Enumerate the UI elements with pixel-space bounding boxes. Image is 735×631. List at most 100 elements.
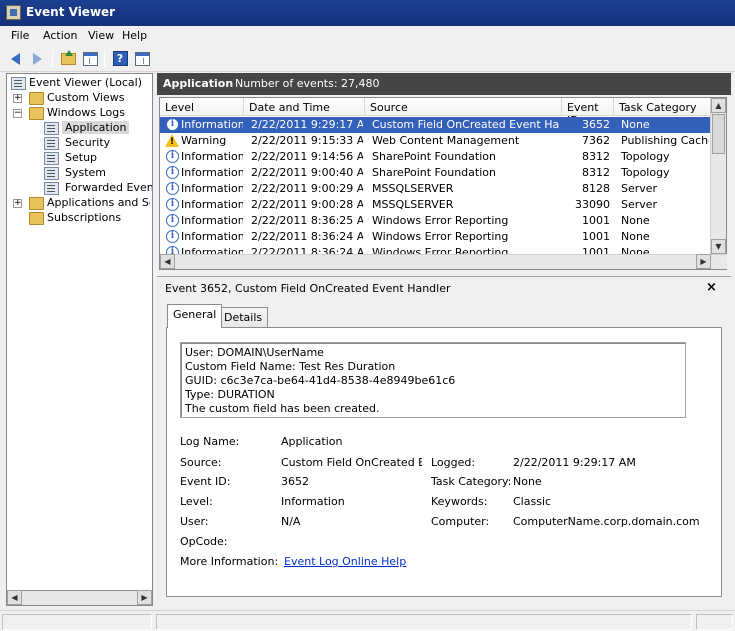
tree-item-event-viewer-local[interactable]: Event Viewer (Local) bbox=[10, 76, 150, 91]
menu-view[interactable]: View bbox=[88, 29, 114, 42]
close-icon[interactable]: × bbox=[706, 280, 717, 295]
folder-open-icon bbox=[29, 107, 44, 120]
event-cell-id: 8312 bbox=[582, 166, 610, 179]
show-hide-console-tree-button[interactable] bbox=[80, 49, 100, 68]
status-bar bbox=[0, 610, 735, 631]
scroll-up-icon[interactable]: ▲ bbox=[711, 98, 726, 113]
event-row[interactable]: ! Warning 2/22/2011 9:15:33 AM Web Content … bbox=[160, 133, 711, 149]
tree-item-forwarded-events[interactable]: Forwarded Events bbox=[44, 181, 153, 196]
tree-item-subscriptions[interactable]: Subscriptions bbox=[10, 211, 150, 226]
event-cell-category: Topology bbox=[621, 150, 670, 163]
event-cell-datetime: 2/22/2011 9:00:28 AM bbox=[251, 198, 363, 211]
event-row[interactable]: i Information 2/22/2011 9:00:28 AM MSSQLSER… bbox=[160, 197, 711, 213]
column-header-level[interactable]: Level bbox=[160, 98, 244, 116]
keywords-label: Keywords: bbox=[431, 495, 488, 508]
event-cell-datetime: 2/22/2011 8:36:25 AM bbox=[251, 214, 363, 227]
event-cell-category: None bbox=[621, 118, 650, 131]
event-row[interactable]: i Information 2/22/2011 8:36:24 AM Windows … bbox=[160, 229, 711, 245]
event-list-vertical-scrollbar[interactable]: ▲ ▼ bbox=[710, 98, 726, 254]
expand-icon[interactable]: + bbox=[13, 94, 22, 103]
event-cell-source: SharePoint Foundation bbox=[372, 166, 496, 179]
event-cell-datetime: 2/22/2011 9:15:33 AM bbox=[251, 134, 363, 147]
information-icon: i bbox=[166, 182, 179, 195]
console-tree: Event Viewer (Local) + Custom Views − Wi… bbox=[6, 73, 153, 606]
tree-item-applications-and-services[interactable]: + Applications and Servic bbox=[10, 196, 150, 211]
user-value: N/A bbox=[281, 515, 301, 528]
event-log-online-help-link[interactable]: Event Log Online Help bbox=[284, 555, 406, 568]
menu-action[interactable]: Action bbox=[43, 29, 77, 42]
scroll-right-icon[interactable]: ▶ bbox=[137, 590, 152, 605]
collapse-icon[interactable]: − bbox=[13, 109, 22, 118]
event-cell-id: 8128 bbox=[582, 182, 610, 195]
title-bar[interactable]: Event Viewer bbox=[0, 0, 735, 26]
status-panel bbox=[156, 614, 692, 630]
column-header-source[interactable]: Source bbox=[365, 98, 562, 116]
more-information-label: More Information: bbox=[180, 555, 279, 568]
tree-item-custom-views[interactable]: + Custom Views bbox=[10, 91, 150, 106]
help-button[interactable]: ? bbox=[110, 49, 130, 68]
event-cell-id: 1001 bbox=[582, 230, 610, 243]
event-viewer-icon bbox=[11, 77, 26, 90]
event-list-horizontal-scrollbar[interactable]: ◀ ▶ bbox=[160, 254, 727, 269]
tree-horizontal-scrollbar[interactable]: ◀ ▶ bbox=[6, 590, 153, 606]
information-icon: i bbox=[166, 214, 179, 227]
event-row[interactable]: i Information 2/22/2011 8:36:25 AM Windows … bbox=[160, 213, 711, 229]
expand-icon[interactable]: + bbox=[13, 199, 22, 208]
tree-item-application[interactable]: Application bbox=[44, 121, 150, 136]
event-cell-level: Information bbox=[181, 166, 243, 179]
menu-help[interactable]: Help bbox=[122, 29, 147, 42]
keywords-value: Classic bbox=[513, 495, 552, 508]
event-row[interactable]: i Information 2/22/2011 9:00:29 AM MSSQLSER… bbox=[160, 181, 711, 197]
event-cell-source: SharePoint Foundation bbox=[372, 150, 496, 163]
toolbar: ? bbox=[0, 46, 735, 72]
column-header-task-category[interactable]: Task Category bbox=[614, 98, 711, 116]
event-id-label: Event ID: bbox=[180, 475, 231, 488]
tab-general[interactable]: General bbox=[167, 304, 223, 328]
menu-bar: File Action View Help bbox=[0, 26, 735, 46]
log-icon bbox=[44, 182, 59, 195]
up-one-level-button[interactable] bbox=[58, 49, 78, 68]
forward-button[interactable] bbox=[27, 49, 47, 68]
computer-value: ComputerName.corp.domain.com bbox=[513, 515, 700, 528]
event-cell-source: MSSQLSERVER bbox=[372, 182, 454, 195]
event-detail-title: Event 3652, Custom Field OnCreated Event… bbox=[165, 282, 451, 295]
log-icon bbox=[44, 122, 59, 135]
column-header-date-time[interactable]: Date and Time bbox=[244, 98, 365, 116]
information-icon: i bbox=[166, 150, 179, 163]
tree-item-security[interactable]: Security bbox=[44, 136, 150, 151]
log-name-value: Application bbox=[281, 435, 343, 448]
tree-item-setup[interactable]: Setup bbox=[44, 151, 150, 166]
help-icon: ? bbox=[112, 51, 128, 66]
event-row[interactable]: i Information 2/22/2011 9:00:40 AM SharePoi… bbox=[160, 165, 711, 181]
scroll-right-icon[interactable]: ▶ bbox=[696, 254, 711, 269]
tree-item-label: Applications and Servic bbox=[47, 196, 150, 209]
back-arrow-icon bbox=[10, 52, 20, 65]
event-message-box[interactable]: User: DOMAIN\UserName Custom Field Name:… bbox=[180, 342, 686, 418]
scroll-down-icon[interactable]: ▼ bbox=[711, 239, 726, 254]
tree-item-windows-logs[interactable]: − Windows Logs bbox=[10, 106, 150, 121]
tree-item-label: Forwarded Events bbox=[65, 181, 153, 194]
tree-item-system[interactable]: System bbox=[44, 166, 150, 181]
scroll-thumb[interactable] bbox=[712, 114, 725, 154]
event-row[interactable]: i Information 2/22/2011 9:14:56 AM SharePoi… bbox=[160, 149, 711, 165]
message-line: Custom Field Name: Test Res Duration bbox=[185, 360, 396, 373]
scroll-left-icon[interactable]: ◀ bbox=[7, 590, 22, 605]
menu-file[interactable]: File bbox=[11, 29, 29, 42]
tree-item-label: Custom Views bbox=[47, 91, 125, 104]
event-cell-category: Server bbox=[621, 198, 658, 211]
event-cell-id: 3652 bbox=[582, 118, 610, 131]
information-icon: i bbox=[166, 166, 179, 179]
tab-details[interactable]: Details bbox=[218, 307, 269, 327]
event-row[interactable]: i Information 2/22/2011 9:29:17 AM Custom F… bbox=[160, 117, 711, 133]
back-button[interactable] bbox=[5, 49, 25, 68]
tree-item-label: System bbox=[65, 166, 107, 179]
log-icon bbox=[44, 167, 59, 180]
show-hide-action-pane-button[interactable] bbox=[132, 49, 152, 68]
event-cell-id: 1001 bbox=[582, 214, 610, 227]
warning-icon: ! bbox=[165, 134, 179, 147]
event-cell-category: Topology bbox=[621, 166, 670, 179]
source-value: Custom Field OnCreated Eve bbox=[281, 456, 422, 469]
column-header-event-id[interactable]: Event ID bbox=[562, 98, 614, 127]
scroll-left-icon[interactable]: ◀ bbox=[160, 254, 175, 269]
event-cell-id: 33090 bbox=[575, 198, 610, 211]
